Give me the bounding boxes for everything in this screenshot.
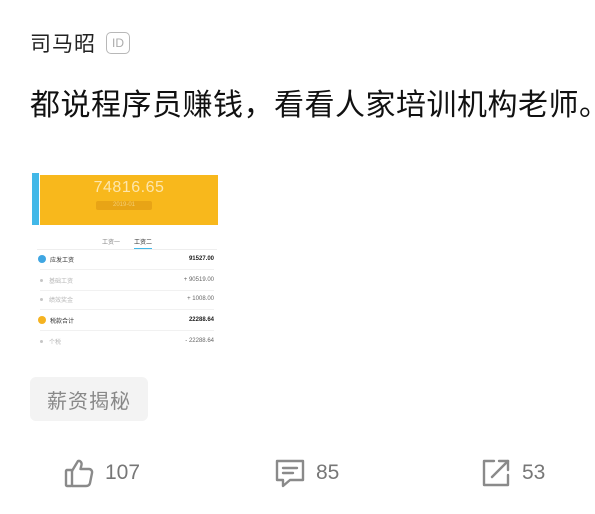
id-badge: ID (106, 32, 130, 54)
wallet-icon (38, 255, 46, 263)
image-divider (37, 249, 217, 250)
row-value: 91527.00 (188, 256, 214, 262)
row-value: + 1008.00 (187, 296, 214, 302)
author-name[interactable]: 司马昭 (30, 28, 96, 58)
row-value: - 22288.64 (185, 338, 214, 344)
bullet-icon (40, 339, 43, 343)
comment-button[interactable]: 85 (274, 456, 339, 490)
post-text: 都说程序员赚钱，看看人家培训机构老师。 (30, 88, 595, 123)
row-label: 个税 (49, 338, 62, 346)
image-tabs: 工资一 工资二 (32, 237, 222, 249)
thumbs-up-icon (63, 457, 95, 489)
row-label: 税款合计 (50, 317, 75, 325)
topic-tag[interactable]: 薪资揭秘 (30, 377, 148, 421)
row-separator (40, 309, 214, 310)
row-value: 22288.64 (188, 317, 214, 323)
row-value: + 90519.00 (183, 277, 214, 283)
bullet-icon (40, 278, 43, 282)
row-label: 绩效奖金 (49, 296, 74, 304)
share-button[interactable]: 53 (480, 456, 545, 490)
row-label: 应发工资 (50, 256, 75, 264)
like-count: 107 (105, 461, 141, 484)
row-separator (40, 330, 214, 331)
image-tab-1: 工资一 (101, 239, 120, 246)
post-image[interactable]: 74816.65 2019-01 工资一 工资二 应发工资 91527.00 基… (32, 173, 222, 363)
row-separator (40, 269, 214, 270)
like-button[interactable]: 107 (63, 456, 140, 490)
coin-icon (38, 316, 46, 324)
bullet-icon (40, 297, 43, 301)
image-row: 税款合计 22288.64 (38, 313, 214, 327)
row-separator (40, 290, 214, 291)
post-author[interactable]: 司马昭 ID (30, 28, 130, 58)
image-tab-2: 工资二 (134, 237, 153, 249)
image-row: 绩效奖金 + 1008.00 (38, 292, 214, 306)
comment-icon (274, 457, 306, 489)
image-row: 基础工资 + 90519.00 (38, 273, 214, 287)
image-row: 个税 - 22288.64 (38, 334, 214, 348)
share-count: 53 (522, 461, 546, 484)
comment-count: 85 (316, 461, 340, 484)
image-amount: 74816.65 (93, 179, 165, 196)
image-date: 2019-01 (96, 201, 152, 210)
share-icon (480, 457, 512, 489)
row-label: 基础工资 (49, 277, 74, 285)
image-left-bar (32, 173, 39, 225)
image-row: 应发工资 91527.00 (38, 252, 214, 266)
image-header: 74816.65 2019-01 (40, 175, 218, 225)
